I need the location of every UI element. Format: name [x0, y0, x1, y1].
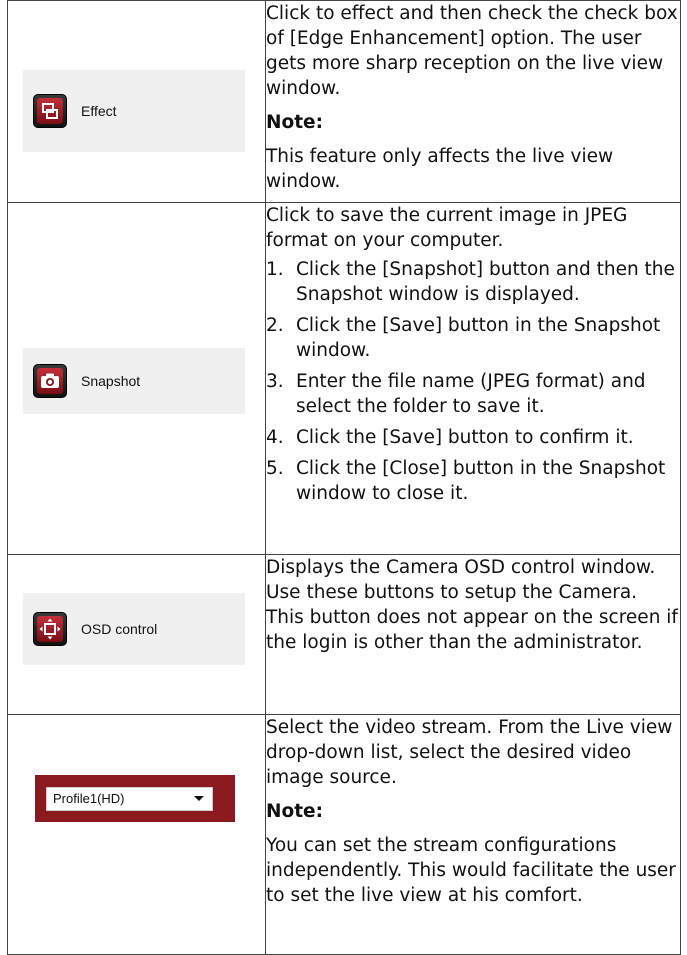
list-item: 1. Click the [Snapshot] button and then t…: [266, 259, 675, 305]
profile-description-cell: Select the video stream. From the Live v…: [265, 714, 681, 955]
effect-note-text: This feature only affects the live view …: [266, 146, 614, 192]
profile-note-label: Note:: [266, 801, 323, 822]
effect-button[interactable]: [33, 94, 67, 128]
effect-description-cell: Click to effect and then check the check…: [265, 0, 681, 203]
list-item: 3. Enter the file name (JPEG format) and …: [266, 371, 646, 417]
table-row-profile: Profile1(HD) Select the video stream. Fr…: [7, 714, 681, 955]
live-view-select[interactable]: Profile1(HD): [46, 786, 213, 811]
effect-description: Click to effect and then check the check…: [266, 3, 678, 99]
camera-icon: [41, 373, 59, 388]
snapshot-description-cell: Click to save the current image in JPEG …: [265, 202, 681, 555]
osd-control-button[interactable]: [33, 612, 67, 646]
profile-cell: Profile1(HD): [7, 714, 266, 955]
snapshot-label: Snapshot: [81, 373, 141, 389]
effect-icon: [42, 103, 58, 119]
snapshot-description: Click to save the current image in JPEG …: [266, 205, 628, 251]
list-item: 4. Click the [Save] button to confirm it.: [266, 427, 634, 448]
osd-control-icon: [39, 618, 61, 640]
table-row-effect: Effect Click to effect and then check th…: [7, 0, 681, 203]
snapshot-steps: 1. Click the [Snapshot] button and then t…: [266, 257, 680, 506]
effect-panel: Effect: [23, 70, 245, 152]
osd-description-cell: Displays the Camera OSD control window. …: [265, 554, 681, 715]
osd-control-label: OSD control: [81, 621, 158, 637]
profile-bar: Profile1(HD): [35, 775, 235, 822]
effect-label: Effect: [81, 103, 117, 119]
snapshot-button[interactable]: [33, 364, 67, 398]
effect-cell: Effect: [7, 0, 266, 203]
snapshot-panel: Snapshot: [23, 348, 245, 414]
table-row-osd: OSD control Displays the Camera OSD cont…: [7, 554, 681, 715]
osd-description: Displays the Camera OSD control window. …: [266, 557, 678, 653]
chevron-down-icon[interactable]: [194, 796, 204, 801]
table-row-snapshot: Snapshot Click to save the current image…: [7, 202, 681, 555]
osd-panel: OSD control: [23, 593, 245, 665]
profile-description: Select the video stream. From the Live v…: [266, 717, 673, 788]
osd-cell: OSD control: [7, 554, 266, 715]
snapshot-cell: Snapshot: [7, 202, 266, 555]
live-view-select-value: Profile1(HD): [53, 791, 125, 806]
effect-note-label: Note:: [266, 112, 323, 133]
feature-table: Effect Click to effect and then check th…: [7, 0, 681, 955]
list-item: 2. Click the [Save] button in the Snapsho…: [266, 315, 661, 361]
list-item: 5. Click the [Close] button in the Snapsh…: [266, 458, 666, 504]
profile-note-text: You can set the stream configurations in…: [266, 835, 676, 906]
